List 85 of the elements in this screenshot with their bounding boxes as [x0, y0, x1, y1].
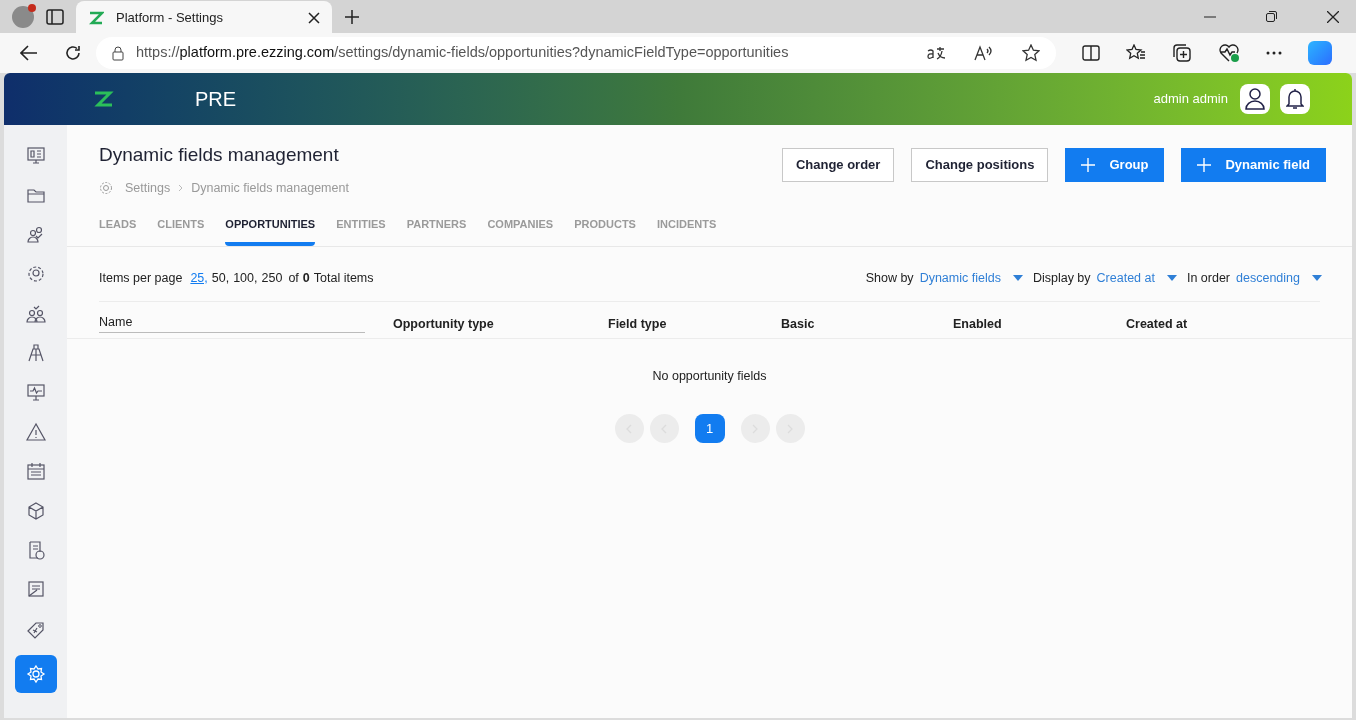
tab[interactable]: ENTITIES — [336, 216, 386, 246]
tab-actions-icon[interactable] — [46, 8, 64, 25]
bell-icon — [1286, 88, 1304, 110]
breadcrumb-link[interactable]: Settings — [125, 178, 171, 198]
page-size-option[interactable]: 25, — [190, 268, 208, 288]
more-icon[interactable] — [1266, 51, 1282, 55]
column-header[interactable]: Created at — [1126, 314, 1246, 334]
tab[interactable]: COMPANIES — [487, 216, 554, 246]
reload-icon[interactable] — [64, 44, 82, 62]
total-count: 0 — [302, 269, 310, 287]
health-icon[interactable] — [1218, 43, 1240, 63]
menu-icon — [25, 342, 46, 363]
menu-icon — [25, 146, 46, 166]
page-size-option[interactable]: 250 — [261, 268, 283, 288]
restore-icon[interactable] — [1266, 11, 1277, 22]
browser-tab[interactable]: Platform - Settings — [76, 1, 332, 34]
url-text: https://platform.pre.ezzing.com/settings/dynamic-fields/opportunities?dynamicFieldType=opportunities — [136, 43, 790, 63]
empty-message: No opportunity fields — [652, 368, 767, 386]
breadcrumb-current: Dynamic fields management — [191, 179, 349, 197]
sort-label: Show by — [865, 269, 914, 287]
user-icon — [1245, 88, 1265, 110]
collections-icon[interactable] — [1172, 43, 1192, 63]
minimize-icon[interactable] — [1204, 15, 1216, 18]
outline-button[interactable]: Change positions — [911, 148, 1049, 182]
menu-icon — [25, 500, 46, 521]
settings-icon — [99, 180, 113, 195]
user-button[interactable] — [1240, 84, 1270, 114]
tab[interactable]: PRODUCTS — [574, 216, 636, 246]
caret-icon — [1312, 275, 1322, 282]
outline-button[interactable]: Change order — [781, 148, 895, 182]
page-size-option[interactable]: 50, — [211, 268, 230, 288]
settings-icon — [25, 664, 46, 685]
logo-icon[interactable] — [92, 90, 114, 108]
add-button[interactable]: Group — [1065, 148, 1165, 182]
caret-icon — [1012, 275, 1023, 282]
tab-title: Platform - Settings — [116, 8, 224, 27]
column-header[interactable]: Field type — [608, 314, 781, 334]
menu-icon — [25, 579, 46, 600]
page-button[interactable]: 1 — [694, 414, 725, 443]
page-size-option[interactable]: 100, — [233, 268, 258, 288]
sort-dropdown[interactable]: Created at — [1096, 268, 1177, 288]
sort-dropdown[interactable]: Dynamic fields — [919, 268, 1023, 288]
settings-button[interactable] — [14, 655, 57, 694]
user-name: admin admin — [1153, 90, 1228, 109]
tab[interactable]: PARTNERS — [406, 216, 467, 246]
total-items-label: Total items — [313, 269, 374, 287]
menu-icon — [25, 303, 46, 324]
close-icon[interactable] — [308, 11, 320, 24]
name-filter[interactable]: Name — [99, 312, 365, 334]
caret-icon — [1166, 275, 1177, 282]
translate-icon[interactable] — [926, 45, 946, 61]
of-label: of — [288, 269, 299, 287]
page-title: Dynamic fields management — [99, 143, 340, 167]
split-screen-icon[interactable] — [1082, 45, 1100, 61]
profile-icon[interactable] — [12, 5, 34, 28]
plus-icon — [1197, 158, 1212, 172]
sort-dropdown[interactable]: descending — [1236, 268, 1322, 288]
menu-icon — [25, 461, 46, 482]
environment-label: PRE — [195, 87, 237, 112]
add-button[interactable]: Dynamic field — [1181, 148, 1326, 182]
read-aloud-icon[interactable] — [974, 45, 994, 61]
column-header[interactable]: Enabled — [953, 314, 1126, 334]
tab[interactable]: LEADS — [99, 216, 137, 246]
menu-icon — [25, 382, 46, 403]
tab[interactable]: CLIENTS — [157, 216, 205, 246]
sort-label: Display by — [1032, 269, 1091, 287]
lock-icon — [112, 45, 124, 61]
tab[interactable]: OPPORTUNITIES — [225, 216, 316, 246]
chevron-icon — [178, 183, 184, 192]
notifications-button[interactable] — [1280, 84, 1310, 114]
address-bar[interactable]: https://platform.pre.ezzing.com/settings/dynamic-fields/opportunities?dynamicFieldType=opportunities — [96, 37, 1056, 69]
logo-icon — [88, 9, 104, 26]
tab[interactable]: INCIDENTS — [656, 216, 717, 246]
menu-icon — [25, 264, 46, 285]
menu-icon — [25, 421, 46, 442]
items-per-page-label: Items per page — [99, 269, 183, 287]
column-header[interactable]: Opportunity type — [393, 314, 608, 334]
new-tab-icon[interactable] — [344, 8, 360, 25]
star-icon[interactable] — [1022, 44, 1040, 62]
favorites-icon[interactable] — [1126, 44, 1146, 62]
back-icon[interactable] — [20, 45, 38, 61]
close-window-icon[interactable] — [1327, 10, 1339, 23]
column-header[interactable]: Basic — [781, 314, 953, 334]
plus-icon — [1081, 158, 1096, 172]
sort-label: In order — [1186, 269, 1231, 287]
